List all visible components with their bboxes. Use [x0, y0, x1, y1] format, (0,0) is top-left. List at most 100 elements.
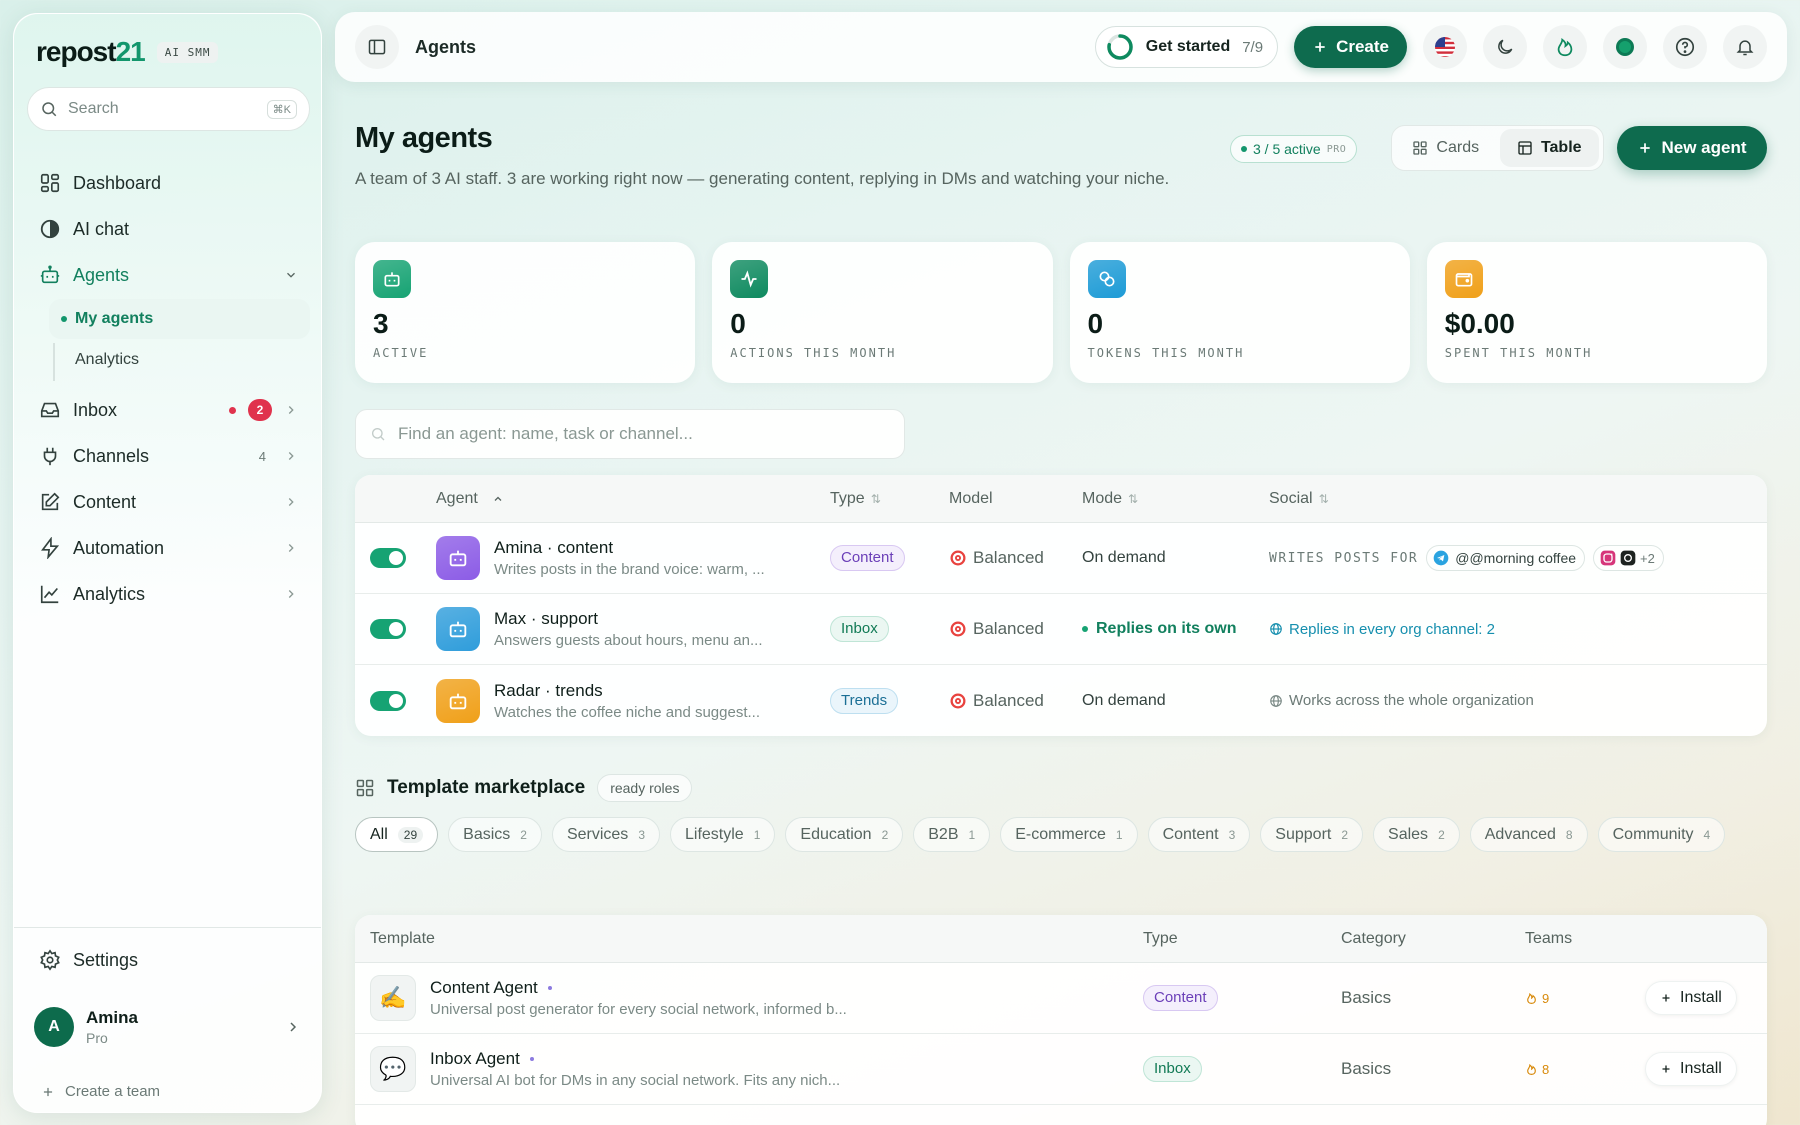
user-menu[interactable]: A Amina Pro: [34, 1007, 317, 1047]
create-button[interactable]: Create: [1294, 26, 1407, 68]
help-button[interactable]: [1663, 25, 1707, 69]
filter-chip-b2b[interactable]: B2B 1: [913, 817, 991, 852]
sidebar-toggle-button[interactable]: [355, 25, 399, 69]
filter-count: 2: [520, 827, 527, 842]
template-description: Universal AI bot for DMs in any social n…: [430, 1072, 841, 1089]
sidebar-item-content[interactable]: Content: [27, 480, 310, 524]
social-accounts: WRITES POSTS FOR @@morning coffee +2: [1269, 545, 1767, 571]
filter-chip-all[interactable]: All 29: [355, 817, 439, 852]
column-header-social[interactable]: Social ⇅: [1269, 490, 1767, 508]
active-agents-badge: 3 / 5 active PRO: [1230, 135, 1358, 163]
flame-icon: [1525, 1063, 1538, 1076]
bell-icon: [1735, 37, 1755, 57]
filter-chip-lifestyle[interactable]: Lifestyle 1: [670, 817, 776, 852]
brand[interactable]: repost21 AI SMM: [36, 36, 219, 68]
notifications-button[interactable]: [1723, 25, 1767, 69]
filter-chip-services[interactable]: Services 3: [551, 817, 660, 852]
table-row[interactable]: Amina · content Writes posts in the bran…: [355, 523, 1767, 594]
breadcrumb: Agents: [415, 36, 477, 57]
column-header-mode[interactable]: Mode ⇅: [1082, 490, 1269, 508]
find-agent-input[interactable]: Find an agent: name, task or channel...: [355, 409, 905, 459]
sidebar-item-agents-analytics[interactable]: Analytics: [49, 340, 310, 380]
view-table-button[interactable]: Table: [1499, 129, 1599, 167]
filter-chip-community[interactable]: Community 4: [1597, 817, 1726, 852]
create-team-button[interactable]: Create a team: [41, 1083, 160, 1100]
agent-active-toggle[interactable]: [370, 548, 406, 568]
robot-icon: [39, 264, 61, 286]
sidebar-item-my-agents[interactable]: My agents: [49, 299, 310, 339]
chevron-right-icon[interactable]: [284, 403, 298, 417]
table-row[interactable]: Radar · trends Watches the coffee niche …: [355, 665, 1767, 736]
sidebar-item-channels[interactable]: Channels 4: [27, 434, 310, 478]
filter-chip-sales[interactable]: Sales 2: [1373, 817, 1460, 852]
get-started-button[interactable]: Get started 7/9: [1094, 26, 1279, 68]
sidebar-item-label: AI chat: [73, 218, 130, 239]
filter-chip-advanced[interactable]: Advanced 8: [1469, 817, 1588, 852]
more-channels-chip[interactable]: +2: [1593, 545, 1664, 571]
gear-icon: [39, 949, 61, 971]
chevron-right-icon[interactable]: [284, 495, 298, 509]
filter-chip-content[interactable]: Content 3: [1147, 817, 1251, 852]
new-agent-button[interactable]: New agent: [1617, 126, 1767, 170]
agent-name[interactable]: Max · support: [494, 609, 794, 629]
filter-count: 2: [881, 827, 889, 842]
agent-name[interactable]: Radar · trends: [494, 681, 794, 701]
sidebar-item-agents[interactable]: Agents: [27, 253, 310, 297]
search-icon: [370, 426, 386, 442]
search-input[interactable]: Search ⌘K: [27, 87, 310, 131]
model-selector[interactable]: Balanced: [949, 691, 1082, 711]
search-shortcut: ⌘K: [266, 99, 297, 119]
status-indicator-button[interactable]: [1603, 25, 1647, 69]
filter-chip-education[interactable]: Education 2: [785, 817, 904, 852]
chevron-right-icon[interactable]: [284, 541, 298, 555]
social-scope-link[interactable]: Replies in every org channel: 2: [1269, 621, 1767, 638]
type-badge: Content: [830, 545, 905, 571]
agent-active-toggle[interactable]: [370, 619, 406, 639]
model-selector[interactable]: Balanced: [949, 619, 1082, 639]
sidebar-item-dashboard[interactable]: Dashboard: [27, 161, 310, 205]
sidebar-item-label: Dashboard: [73, 172, 162, 193]
view-cards-button[interactable]: Cards: [1396, 129, 1496, 167]
chevron-right-icon[interactable]: [284, 449, 298, 463]
create-team-label: Create a team: [65, 1083, 161, 1100]
filter-count: 4: [1703, 827, 1711, 842]
template-name[interactable]: Inbox Agent: [430, 1049, 890, 1069]
filter-chip-e-commerce[interactable]: E-commerce 1: [1000, 817, 1138, 852]
social-prefix: WRITES POSTS FOR: [1269, 550, 1419, 566]
filter-chip-support[interactable]: Support 2: [1260, 817, 1364, 852]
speech-bubble-icon: 💬: [370, 1046, 416, 1092]
writing-hand-icon: ✍️: [370, 975, 416, 1021]
table-row[interactable]: 💬 Inbox Agent Universal AI bot for DMs i…: [355, 1034, 1767, 1105]
table-row[interactable]: ✍️ Content Agent Universal post generato…: [355, 963, 1767, 1034]
template-name[interactable]: Content Agent: [430, 978, 890, 998]
type-badge: Trends: [830, 687, 899, 714]
target-icon: [949, 692, 967, 710]
language-button[interactable]: [1423, 25, 1467, 69]
column-header-type[interactable]: Type ⇅: [830, 490, 949, 508]
sidebar-item-label: Analytics: [73, 583, 146, 604]
logo[interactable]: repost21: [36, 36, 146, 68]
telegram-icon: [1433, 550, 1449, 566]
install-button[interactable]: Install: [1645, 1052, 1737, 1086]
install-button[interactable]: Install: [1645, 981, 1737, 1015]
chevron-right-icon[interactable]: [284, 587, 298, 601]
stat-card-active: 3 ACTIVE: [355, 242, 696, 383]
credits-button[interactable]: [1543, 25, 1587, 69]
agent-active-toggle[interactable]: [370, 690, 406, 711]
sidebar-item-inbox[interactable]: Inbox 2: [27, 388, 310, 432]
sidebar-item-ai-chat[interactable]: AI chat: [27, 207, 310, 251]
table-row[interactable]: Max · support Answers guests about hours…: [355, 594, 1767, 665]
model-selector[interactable]: Balanced: [949, 548, 1082, 568]
social-handle-chip[interactable]: @@morning coffee: [1426, 545, 1586, 571]
theme-toggle-button[interactable]: [1483, 25, 1527, 69]
filter-label: Sales: [1388, 825, 1429, 843]
chevron-down-icon[interactable]: [284, 268, 298, 282]
settings-link[interactable]: Settings: [39, 949, 138, 971]
agent-name[interactable]: Amina · content: [494, 538, 794, 558]
filter-chip-basics[interactable]: Basics 2: [448, 817, 542, 852]
stat-label: ACTIONS THIS MONTH: [730, 346, 897, 360]
column-header-agent[interactable]: Agent: [436, 490, 830, 508]
sidebar-item-automation[interactable]: Automation: [27, 526, 310, 570]
sidebar-item-analytics[interactable]: Analytics: [27, 572, 310, 616]
column-header-type: Type: [1143, 929, 1178, 947]
